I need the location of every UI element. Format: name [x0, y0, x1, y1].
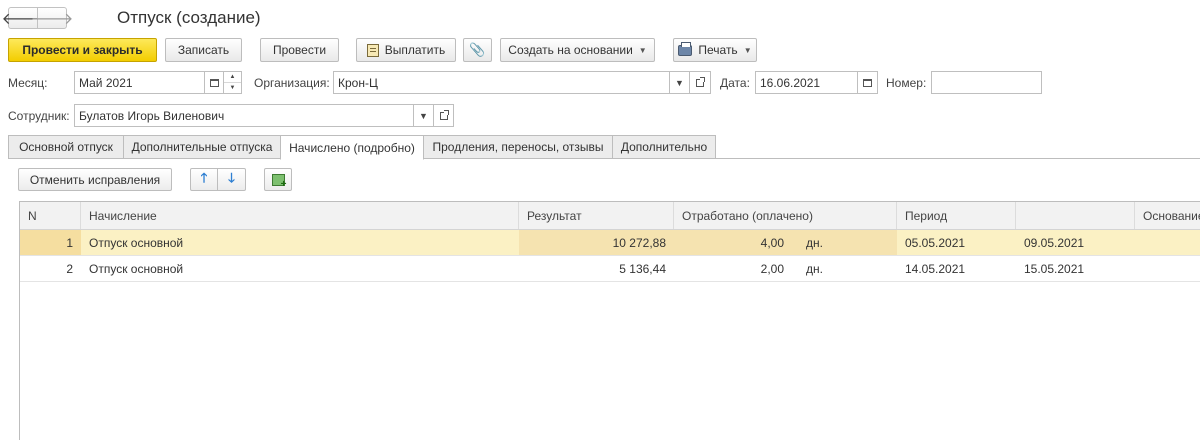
chevron-down-icon: ▼ — [638, 45, 647, 55]
month-label: Месяц: — [8, 76, 48, 90]
period-to-cell: 15.05.2021 — [1024, 261, 1085, 276]
chevron-down-icon: ▼ — [675, 77, 684, 88]
open-link-icon — [439, 109, 449, 120]
post-button[interactable]: Провести — [260, 38, 339, 62]
basis-cell — [1135, 256, 1200, 281]
spin-up-icon[interactable]: ▲ — [224, 72, 241, 83]
column-header[interactable]: N — [20, 202, 81, 229]
post-and-close-button[interactable]: Провести и закрыть — [8, 38, 157, 62]
page-title: Отпуск (создание) — [117, 8, 261, 27]
cancel-corrections-button[interactable]: Отменить исправления — [18, 168, 172, 191]
organization-label: Организация: — [254, 76, 330, 90]
printer-icon — [678, 41, 693, 56]
employee-label: Сотрудник: — [8, 109, 70, 123]
tab-label: Дополнительно — [620, 140, 708, 154]
tab-accrued-detailed[interactable]: Начислено (подробно) — [280, 135, 424, 160]
table-row[interactable]: 2 Отпуск основной 5 136,44 2,00 дн. 14.0… — [20, 256, 1200, 282]
organization-dropdown-button[interactable]: ▼ — [670, 71, 690, 94]
arrow-up-icon: 🡑 — [200, 169, 208, 185]
worked-cell: 2,00 — [760, 261, 784, 276]
row-number: 2 — [66, 261, 73, 276]
calendar-icon — [209, 78, 219, 87]
employee-field[interactable]: Булатов Игорь Виленович — [74, 104, 414, 127]
column-header[interactable]: Период — [897, 202, 1016, 229]
unit-cell: дн. — [806, 261, 823, 276]
column-header[interactable] — [1016, 202, 1135, 229]
organization-value: Крон-Ц — [338, 75, 378, 90]
post-and-close-label: Провести и закрыть — [22, 43, 143, 57]
result-cell: 10 272,88 — [519, 230, 674, 255]
tab-label: Начислено (подробно) — [289, 140, 415, 155]
basis-cell — [1135, 230, 1200, 255]
column-header[interactable]: Основание — [1135, 202, 1200, 229]
column-header[interactable]: Начисление — [81, 202, 519, 229]
date-calendar-button[interactable] — [858, 71, 878, 94]
period-to-cell: 09.05.2021 — [1024, 235, 1085, 250]
pay-label: Выплатить — [384, 43, 446, 57]
date-value: 16.06.2021 — [760, 75, 821, 90]
tab-label: Дополнительные отпуска — [131, 140, 273, 154]
chevron-down-icon: ▼ — [743, 45, 752, 55]
month-field[interactable]: Май 2021 — [74, 71, 205, 94]
employee-open-button[interactable] — [434, 104, 454, 127]
date-label: Дата: — [720, 76, 750, 90]
accruals-table[interactable]: N Начисление Результат Отработано (оплач… — [19, 201, 1200, 440]
date-field[interactable]: 16.06.2021 — [755, 71, 858, 94]
spreadsheet-add-icon — [271, 173, 287, 190]
create-based-on-button[interactable]: Создать на основании ▼ — [500, 38, 655, 62]
worked-cell: 4,00 — [674, 230, 792, 255]
create-based-on-label: Создать на основании — [508, 43, 633, 57]
paperclip-icon: 📎 — [469, 42, 486, 57]
spin-down-icon[interactable]: ▼ — [224, 83, 241, 93]
calendar-icon — [863, 78, 872, 87]
organization-field[interactable]: Крон-Ц — [333, 71, 670, 94]
table-row[interactable]: 1 Отпуск основной 10 272,88 4,00 дн. 05.… — [20, 230, 1200, 256]
print-label: Печать — [698, 43, 738, 57]
calendar-button[interactable] — [205, 71, 224, 94]
organization-open-button[interactable] — [690, 71, 711, 94]
result-cell: 5 136,44 — [619, 261, 666, 276]
save-button[interactable]: Записать — [165, 38, 242, 62]
table-header: N Начисление Результат Отработано (оплач… — [20, 202, 1200, 230]
employee-value: Булатов Игорь Виленович — [79, 108, 225, 123]
accrual-cell: Отпуск основной — [89, 235, 184, 250]
period-from-cell: 05.05.2021 — [905, 235, 966, 250]
export-table-button[interactable] — [264, 168, 292, 191]
open-link-icon — [696, 76, 705, 87]
tab-additional[interactable]: Дополнительно — [612, 135, 716, 159]
attach-button[interactable]: 📎 — [463, 38, 492, 62]
employee-dropdown-button[interactable]: ▼ — [414, 104, 434, 127]
tab-main-vacation[interactable]: Основной отпуск — [8, 135, 124, 159]
accrual-cell: Отпуск основной — [89, 261, 184, 276]
month-spinner[interactable]: ▲ ▼ — [224, 71, 242, 94]
tab-additional-vacations[interactable]: Дополнительные отпуска — [123, 135, 281, 159]
cancel-corrections-label: Отменить исправления — [29, 172, 161, 187]
arrow-right-icon: 🡒 — [30, 10, 74, 28]
column-header[interactable]: Отработано (оплачено) — [674, 202, 897, 229]
forward-button[interactable]: 🡒 — [31, 7, 73, 29]
move-up-button[interactable]: 🡑 — [190, 168, 218, 191]
number-field[interactable] — [931, 71, 1042, 94]
unit-cell: дн. — [792, 230, 897, 255]
column-header[interactable]: Результат — [519, 202, 674, 229]
tab-extensions-transfers[interactable]: Продления, переносы, отзывы — [423, 135, 613, 159]
tab-label: Основной отпуск — [19, 140, 113, 154]
tab-label: Продления, переносы, отзывы — [432, 140, 604, 154]
month-value: Май 2021 — [79, 75, 133, 90]
pay-button[interactable]: Выплатить — [356, 38, 456, 62]
print-button[interactable]: Печать ▼ — [673, 38, 757, 62]
chevron-down-icon: ▼ — [419, 110, 428, 121]
number-label: Номер: — [886, 76, 927, 90]
row-number: 1 — [20, 230, 81, 255]
document-icon — [366, 43, 379, 57]
arrow-down-icon: 🡓 — [228, 169, 235, 185]
move-down-button[interactable]: 🡓 — [218, 168, 246, 191]
post-label: Провести — [272, 43, 327, 57]
period-from-cell: 14.05.2021 — [905, 261, 966, 276]
save-label: Записать — [177, 43, 230, 57]
